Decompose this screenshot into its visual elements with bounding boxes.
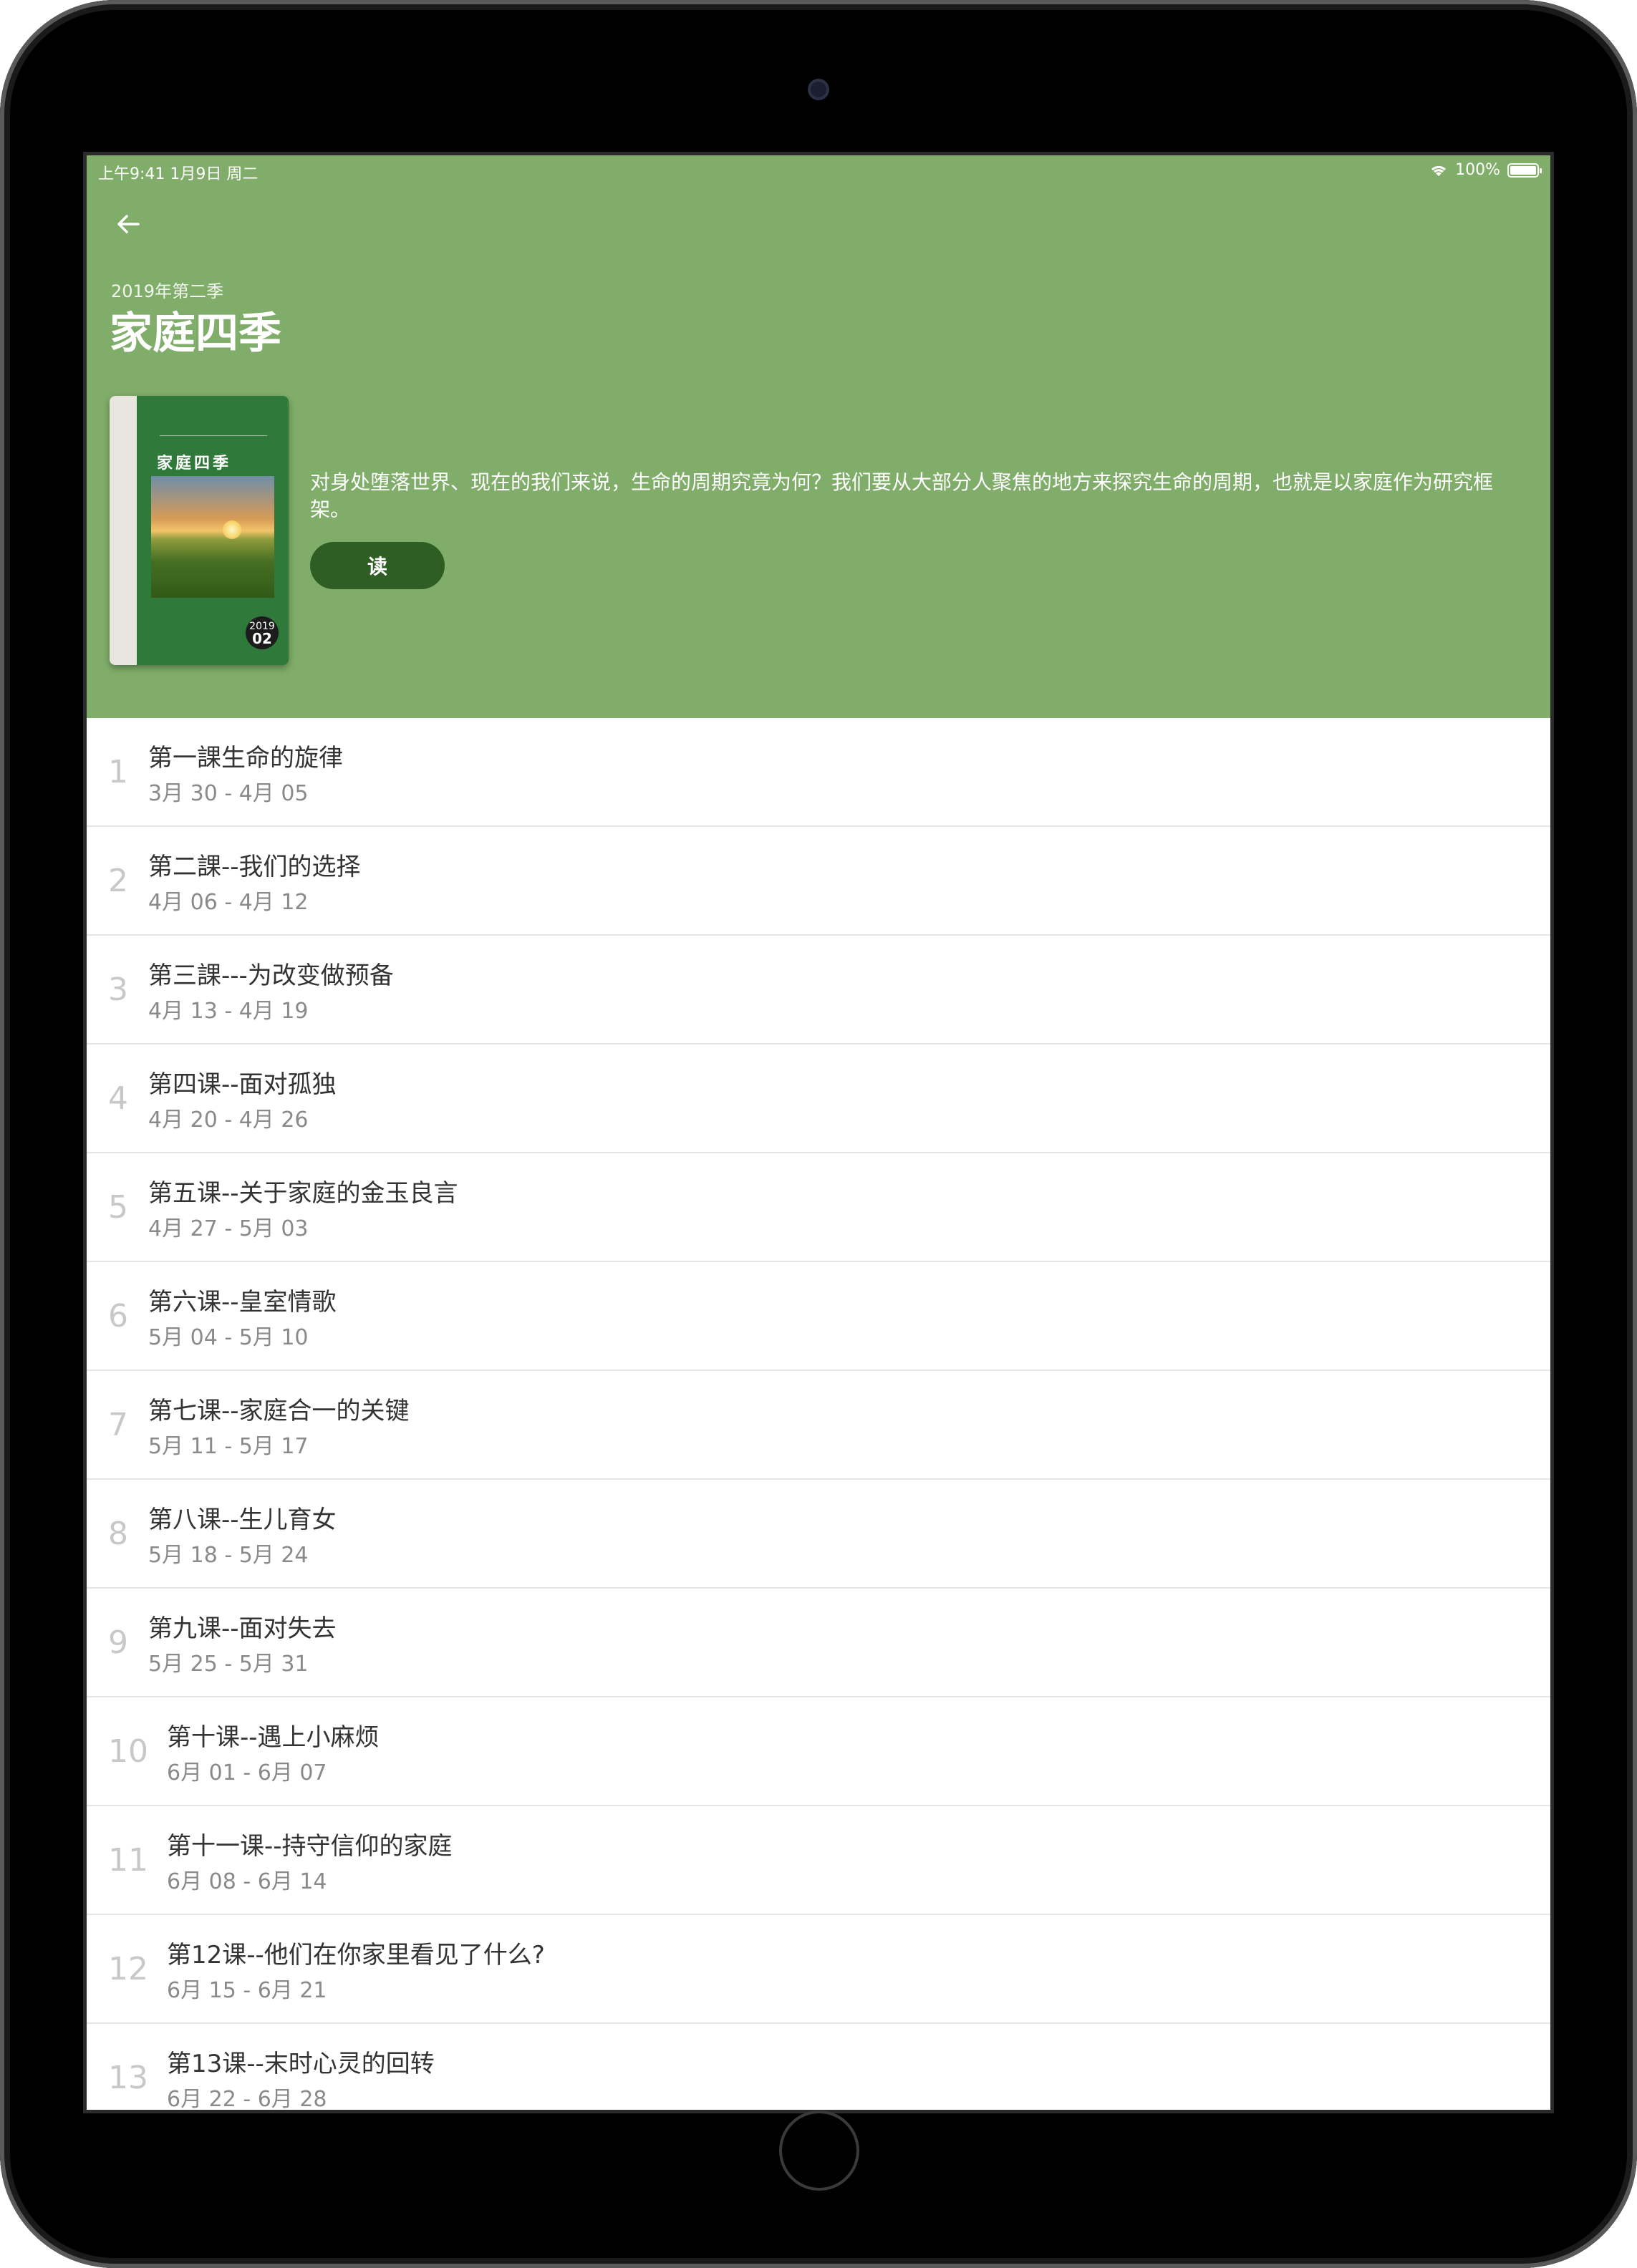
cover-sunset-field-picture <box>151 476 274 598</box>
lesson-title: 第12课--他们在你家里看见了什么? <box>167 1941 545 1969</box>
lesson-date-range: 4月 20 - 4月 26 <box>148 1108 309 1133</box>
lesson-title: 第三課---为改变做预备 <box>148 961 394 990</box>
lesson-title: 第六课--皇室情歌 <box>148 1288 337 1317</box>
cover-quarter-badge: 2019 02 <box>246 616 279 649</box>
app-screen: 上午9:41 1月9日 周二 100% 2019年第二季 家庭四季 家庭四季 2… <box>83 152 1554 2113</box>
lesson-date-range: 6月 08 - 6月 14 <box>167 1869 327 1894</box>
quarterly-header: 上午9:41 1月9日 周二 100% 2019年第二季 家庭四季 家庭四季 2… <box>87 155 1550 718</box>
cover-sun <box>223 520 241 539</box>
lesson-number: 8 <box>108 1516 128 1552</box>
lesson-number: 9 <box>108 1624 128 1661</box>
lesson-number: 3 <box>108 971 128 1008</box>
tablet-frame: 上午9:41 1月9日 周二 100% 2019年第二季 家庭四季 家庭四季 2… <box>0 0 1637 2268</box>
battery-icon <box>1507 163 1542 178</box>
lesson-date-range: 5月 25 - 5月 31 <box>148 1652 309 1677</box>
cover-publisher-logo <box>160 422 267 436</box>
lesson-date-range: 4月 27 - 5月 03 <box>148 1216 309 1241</box>
lesson-list: 1 第一課生命的旋律 3月 30 - 4月 05 2 第二課--我们的选择 4月… <box>87 718 1550 2112</box>
home-button[interactable] <box>779 2110 859 2191</box>
battery-percent: 100% <box>1455 161 1500 179</box>
lesson-date-range: 3月 30 - 4月 05 <box>148 781 309 806</box>
cover-spine <box>110 396 137 665</box>
quarterly-cover-image: 家庭四季 2019 02 <box>110 396 289 665</box>
lesson-row[interactable]: 5 第五课--关于家庭的金玉良言 4月 27 - 5月 03 <box>87 1153 1550 1262</box>
lesson-date-range: 5月 18 - 5月 24 <box>148 1543 309 1568</box>
lesson-row[interactable]: 13 第13课--末时心灵的回转 6月 22 - 6月 28 <box>87 2024 1550 2112</box>
lesson-row[interactable]: 2 第二課--我们的选择 4月 06 - 4月 12 <box>87 827 1550 936</box>
page-title: 家庭四季 <box>110 309 281 359</box>
lesson-date-range: 4月 06 - 4月 12 <box>148 890 309 915</box>
quarterly-description: 对身处堕落世界、现在的我们来说，生命的周期究竟为何？我们要从大部分人聚焦的地方来… <box>310 470 1494 521</box>
lesson-title: 第一課生命的旋律 <box>148 744 343 772</box>
lesson-date-range: 4月 13 - 4月 19 <box>148 999 309 1024</box>
wifi-icon <box>1431 165 1447 176</box>
lesson-title: 第四课--面对孤独 <box>148 1070 337 1099</box>
camera-lens <box>808 79 829 100</box>
lesson-row[interactable]: 10 第十课--遇上小麻烦 6月 01 - 6月 07 <box>87 1697 1550 1806</box>
lesson-title: 第九课--面对失去 <box>148 1614 337 1643</box>
lesson-title: 第十课--遇上小麻烦 <box>167 1723 380 1752</box>
arrow-left-icon <box>117 215 140 233</box>
status-time-date: 上午9:41 1月9日 周二 <box>98 165 259 183</box>
lesson-date-range: 6月 22 - 6月 28 <box>167 2087 327 2112</box>
back-button[interactable] <box>107 203 150 246</box>
lesson-number: 4 <box>108 1080 128 1117</box>
status-right-group: 100% <box>1429 161 1542 179</box>
lesson-title: 第八课--生儿育女 <box>148 1506 337 1534</box>
lesson-row[interactable]: 11 第十一课--持守信仰的家庭 6月 08 - 6月 14 <box>87 1806 1550 1915</box>
read-button[interactable]: 读 <box>310 542 445 589</box>
lesson-row[interactable]: 3 第三課---为改变做预备 4月 13 - 4月 19 <box>87 936 1550 1045</box>
status-bar: 上午9:41 1月9日 周二 100% <box>87 155 1550 184</box>
lesson-number: 6 <box>108 1298 128 1334</box>
lesson-date-range: 6月 15 - 6月 21 <box>167 1978 327 2003</box>
lesson-row[interactable]: 6 第六课--皇室情歌 5月 04 - 5月 10 <box>87 1262 1550 1371</box>
lesson-number: 12 <box>108 1951 148 1987</box>
lesson-title: 第五课--关于家庭的金玉良言 <box>148 1179 458 1208</box>
lesson-date-range: 6月 01 - 6月 07 <box>167 1760 327 1785</box>
lesson-number: 2 <box>108 863 128 899</box>
lesson-title: 第13课--末时心灵的回转 <box>167 2050 435 2078</box>
lesson-number: 5 <box>108 1189 128 1226</box>
lesson-row[interactable]: 4 第四课--面对孤独 4月 20 - 4月 26 <box>87 1045 1550 1153</box>
lesson-row[interactable]: 1 第一課生命的旋律 3月 30 - 4月 05 <box>87 718 1550 827</box>
lesson-row[interactable]: 7 第七课--家庭合一的关键 5月 11 - 5月 17 <box>87 1371 1550 1480</box>
cover-quarter: 02 <box>252 630 272 647</box>
lesson-title: 第二課--我们的选择 <box>148 853 361 881</box>
lesson-number: 1 <box>108 754 128 790</box>
lesson-number: 13 <box>108 2060 148 2096</box>
lesson-row[interactable]: 12 第12课--他们在你家里看见了什么? 6月 15 - 6月 21 <box>87 1915 1550 2024</box>
lesson-number: 7 <box>108 1407 128 1443</box>
lesson-title: 第十一课--持守信仰的家庭 <box>167 1832 453 1861</box>
lesson-row[interactable]: 9 第九课--面对失去 5月 25 - 5月 31 <box>87 1589 1550 1697</box>
cover-title: 家庭四季 <box>157 454 232 472</box>
lesson-number: 10 <box>108 1733 148 1770</box>
lesson-number: 11 <box>108 1842 148 1879</box>
lesson-date-range: 5月 04 - 5月 10 <box>148 1325 309 1350</box>
lesson-title: 第七课--家庭合一的关键 <box>148 1397 410 1425</box>
lesson-row[interactable]: 8 第八课--生儿育女 5月 18 - 5月 24 <box>87 1480 1550 1589</box>
lesson-date-range: 5月 11 - 5月 17 <box>148 1434 309 1459</box>
